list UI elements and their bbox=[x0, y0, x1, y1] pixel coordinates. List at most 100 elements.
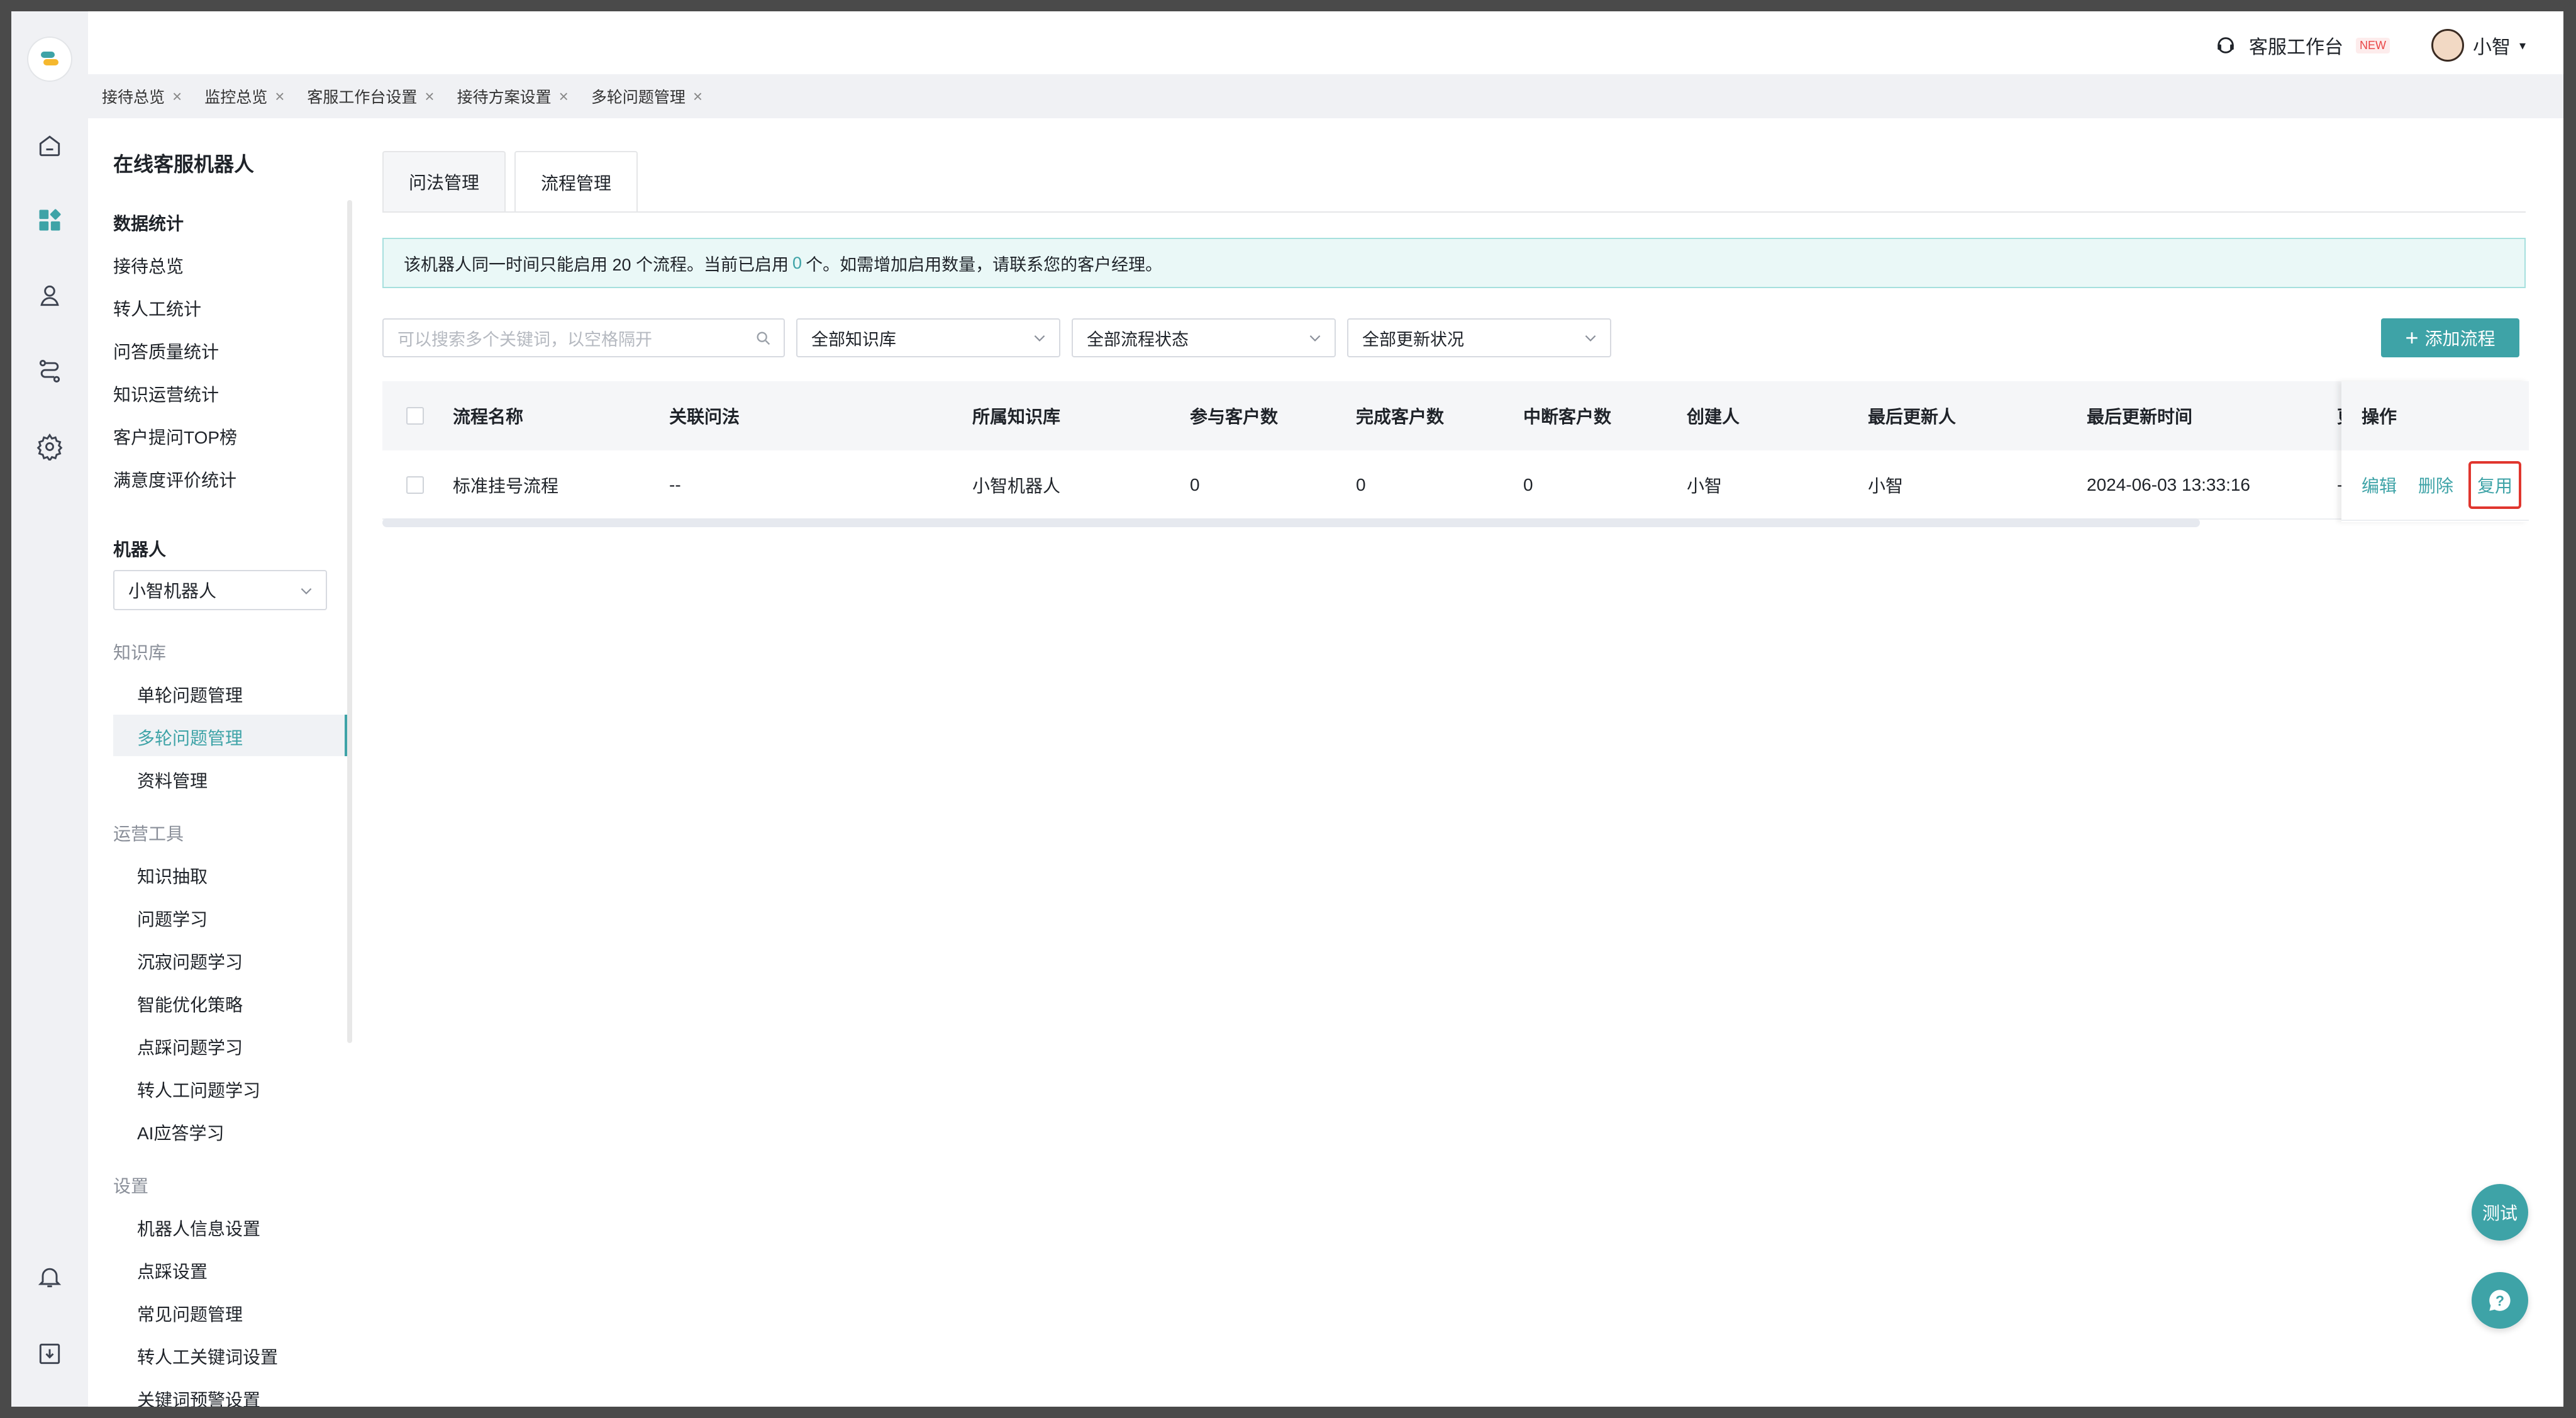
row-checkbox[interactable] bbox=[406, 476, 424, 494]
page-tab-label: 监控总览 bbox=[204, 89, 268, 106]
page-tab[interactable]: 监控总览 × bbox=[204, 85, 284, 108]
top-bar: 客服工作台 NEW 小智 ▾ bbox=[88, 11, 2563, 74]
col-header: 中断客户数 bbox=[1523, 407, 1612, 427]
robot-select[interactable]: 小智机器人 bbox=[113, 570, 327, 610]
sidebar-item[interactable]: 接待总览 bbox=[113, 253, 184, 278]
edit-link[interactable]: 编辑 bbox=[2362, 472, 2397, 498]
help-button[interactable]: ? bbox=[2472, 1272, 2528, 1329]
sidenav-scrollbar[interactable] bbox=[347, 200, 352, 1043]
close-icon[interactable]: × bbox=[172, 87, 182, 106]
col-header: 最后更新人 bbox=[1868, 407, 1957, 427]
table-horizontal-scrollbar[interactable] bbox=[382, 518, 2200, 527]
tab-flow-management[interactable]: 流程管理 bbox=[514, 151, 638, 213]
delete-link[interactable]: 删除 bbox=[2418, 472, 2453, 498]
chevron-down-icon bbox=[1585, 335, 1596, 342]
close-icon[interactable]: × bbox=[559, 87, 569, 106]
updater-cell: 小智 bbox=[1868, 476, 1904, 496]
app-logo[interactable] bbox=[28, 38, 71, 81]
sidebar-item-active[interactable]: 多轮问题管理 bbox=[137, 725, 243, 750]
chevron-down-icon bbox=[301, 588, 312, 595]
update-filter-select[interactable]: 全部更新状况 bbox=[1347, 318, 1611, 357]
svg-text:?: ? bbox=[2496, 1292, 2504, 1309]
search-input[interactable]: 可以搜索多个关键词，以空格隔开 bbox=[382, 318, 785, 357]
col-header: 所属知识库 bbox=[972, 407, 1061, 427]
sidebar-item[interactable]: 机器人信息设置 bbox=[137, 1215, 260, 1241]
sidebar-item[interactable]: 点踩问题学习 bbox=[137, 1034, 243, 1059]
col-header: 创建人 bbox=[1687, 407, 1740, 427]
sidebar-item[interactable]: 知识抽取 bbox=[137, 863, 208, 888]
home-icon[interactable] bbox=[35, 131, 65, 161]
interrupted-cell: 0 bbox=[1523, 475, 1533, 494]
page-tab[interactable]: 接待方案设置 × bbox=[457, 85, 569, 108]
flow-table: 流程名称 关联问法 所属知识库 参与客户数 完成客户数 中断客户数 创建人 最后… bbox=[382, 381, 2529, 522]
sidebar-item[interactable]: 关键词预警设置 bbox=[137, 1387, 260, 1407]
page-tab[interactable]: 接待总览 × bbox=[102, 85, 182, 108]
settings-icon[interactable] bbox=[35, 432, 65, 462]
bell-icon[interactable] bbox=[35, 1262, 65, 1292]
tab-question-management[interactable]: 问法管理 bbox=[382, 151, 506, 211]
settings-group-label: 设置 bbox=[113, 1176, 149, 1196]
robot-select-value: 小智机器人 bbox=[128, 581, 217, 601]
sidebar-item[interactable]: 客户提问TOP榜 bbox=[113, 424, 237, 449]
close-icon[interactable]: × bbox=[275, 87, 284, 106]
route-icon[interactable] bbox=[35, 356, 65, 386]
ops-column: 操作 编辑 删除 复用 bbox=[2341, 381, 2529, 522]
sidebar-item[interactable]: 知识运营统计 bbox=[113, 381, 219, 406]
joined-cell: 0 bbox=[1190, 475, 1200, 494]
flow-name-cell: 标准挂号流程 bbox=[453, 476, 559, 496]
page-tab[interactable]: 客服工作台设置 × bbox=[307, 85, 434, 108]
search-placeholder: 可以搜索多个关键词，以空格隔开 bbox=[397, 330, 652, 349]
alert-text-suffix: 个。如需增加启用数量，请联系您的客户经理。 bbox=[806, 255, 1163, 274]
sidebar-item[interactable]: 转人工问题学习 bbox=[137, 1077, 260, 1102]
user-menu[interactable]: 小智 ▾ bbox=[2431, 29, 2526, 62]
test-button[interactable]: 测试 bbox=[2472, 1184, 2528, 1241]
reuse-link[interactable]: 复用 bbox=[2468, 461, 2522, 509]
col-header: 参与客户数 bbox=[1190, 407, 1279, 427]
main-content: 问法管理 流程管理 该机器人同一时间只能启用 20 个流程。当前已启用 0 个。… bbox=[352, 118, 2563, 1407]
table-header: 流程名称 关联问法 所属知识库 参与客户数 完成客户数 中断客户数 创建人 最后… bbox=[382, 381, 2529, 450]
sidebar-item[interactable]: AI应答学习 bbox=[137, 1120, 224, 1145]
kb-filter-select[interactable]: 全部知识库 bbox=[796, 318, 1060, 357]
filter-bar: 可以搜索多个关键词，以空格隔开 全部知识库 全部流程状态 全部更新状况 bbox=[382, 318, 1611, 357]
customer-icon[interactable] bbox=[35, 281, 65, 311]
sidebar-item[interactable]: 常见问题管理 bbox=[137, 1301, 243, 1326]
status-filter-select[interactable]: 全部流程状态 bbox=[1072, 318, 1336, 357]
new-badge: NEW bbox=[2355, 37, 2390, 53]
table-row[interactable]: 标准挂号流程 -- 小智机器人 0 0 0 小智 小智 2024-06-03 1… bbox=[382, 450, 2529, 520]
select-all-checkbox[interactable] bbox=[406, 407, 424, 425]
update-filter-value: 全部更新状况 bbox=[1362, 330, 1464, 349]
close-icon[interactable]: × bbox=[425, 87, 434, 106]
sidenav-title: 在线客服机器人 bbox=[113, 153, 255, 176]
robot-header: 机器人 bbox=[113, 540, 167, 559]
sidebar-item[interactable]: 问答质量统计 bbox=[113, 338, 219, 364]
sidebar-item[interactable]: 点踩设置 bbox=[137, 1258, 208, 1283]
download-folder-icon[interactable] bbox=[35, 1339, 65, 1369]
sidebar-item[interactable]: 问题学习 bbox=[137, 906, 208, 931]
page-tab-label: 接待总览 bbox=[102, 89, 165, 106]
add-flow-button[interactable]: + 添加流程 bbox=[2381, 318, 2519, 357]
page-tab[interactable]: 多轮问题管理 × bbox=[591, 85, 702, 108]
sidebar-item[interactable]: 单轮问题管理 bbox=[137, 682, 243, 707]
close-icon[interactable]: × bbox=[693, 87, 702, 106]
sidebar-item[interactable]: 沉寂问题学习 bbox=[137, 949, 243, 974]
col-header: 流程名称 bbox=[453, 407, 524, 427]
apps-icon[interactable] bbox=[35, 205, 65, 235]
sidebar-item[interactable]: 转人工统计 bbox=[113, 296, 201, 321]
workspace-link[interactable]: 客服工作台 bbox=[2249, 31, 2343, 59]
alert-text-prefix: 该机器人同一时间只能启用 20 个流程。当前已启用 bbox=[404, 255, 789, 274]
sidebar-item[interactable]: 满意度评价统计 bbox=[113, 467, 236, 492]
tab-divider bbox=[382, 211, 2526, 213]
sidebar-item[interactable]: 转人工关键词设置 bbox=[137, 1344, 278, 1369]
updated-at-cell: 2024-06-03 13:33:16 bbox=[2087, 475, 2250, 494]
avatar bbox=[2431, 29, 2464, 62]
sidebar-item[interactable]: 智能优化策略 bbox=[137, 991, 243, 1017]
sidebar-item[interactable]: 资料管理 bbox=[137, 768, 208, 793]
creator-cell: 小智 bbox=[1687, 476, 1723, 496]
alert-count: 0 bbox=[792, 253, 802, 272]
caret-down-icon: ▾ bbox=[2519, 38, 2526, 53]
col-header: 最后更新时间 bbox=[2087, 407, 2193, 427]
search-icon bbox=[757, 332, 770, 345]
kb-group-label: 知识库 bbox=[113, 643, 167, 662]
status-filter-value: 全部流程状态 bbox=[1087, 330, 1189, 349]
chevron-down-icon bbox=[1309, 335, 1321, 342]
